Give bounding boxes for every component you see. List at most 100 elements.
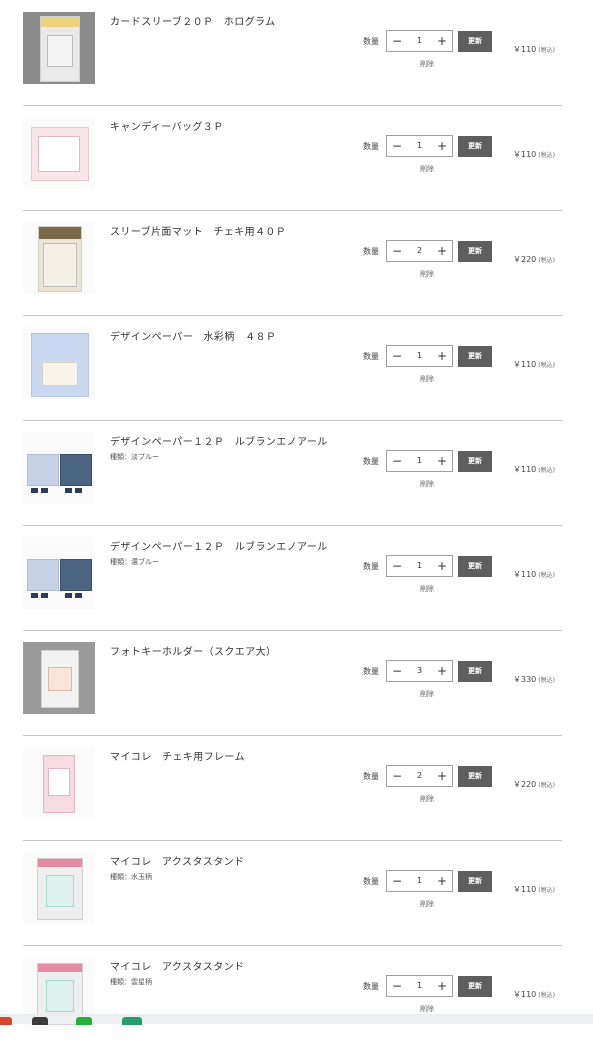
delete-link[interactable]: 削除 [420, 584, 434, 594]
increment-button[interactable]: + [432, 661, 452, 681]
decrement-button[interactable]: − [387, 871, 407, 891]
delete-link[interactable]: 削除 [420, 374, 434, 384]
quantity-label: 数量 [363, 772, 379, 781]
delete-link[interactable]: 削除 [420, 689, 434, 699]
delete-link[interactable]: 削除 [420, 269, 434, 279]
quantity-input[interactable]: 1 [407, 871, 432, 891]
update-button[interactable]: 更新 [458, 661, 492, 682]
quantity-input[interactable]: 1 [407, 346, 432, 366]
quantity-stepper: − 2 + [386, 765, 453, 787]
product-image[interactable] [23, 747, 95, 819]
decrement-button[interactable]: − [387, 451, 407, 471]
quantity-label: 数量 [363, 562, 379, 571]
delete-link[interactable]: 削除 [420, 899, 434, 909]
quantity-input[interactable]: 1 [407, 556, 432, 576]
cart-item: マイコレ アクスタスタンド 種類：雲星柄 数量 − 1 + 更新 削除 ￥110… [23, 945, 562, 1050]
product-name[interactable]: デザインペーパー１２Ｐ ルブランエノアール [110, 538, 328, 553]
price: ￥110 (税込) [513, 44, 555, 55]
quantity-input[interactable]: 1 [407, 976, 432, 996]
update-button[interactable]: 更新 [458, 766, 492, 787]
update-button[interactable]: 更新 [458, 136, 492, 157]
update-button[interactable]: 更新 [458, 976, 492, 997]
product-image[interactable] [23, 537, 95, 609]
decrement-button[interactable]: − [387, 766, 407, 786]
quantity-input[interactable]: 1 [407, 451, 432, 471]
price-amount: ￥110 [513, 570, 537, 579]
product-image[interactable] [23, 852, 95, 924]
quantity-stepper: − 1 + [386, 345, 453, 367]
product-image[interactable] [23, 12, 95, 84]
tax-note: (税込) [538, 992, 555, 999]
taskbar [0, 1014, 593, 1025]
quantity-input[interactable]: 1 [407, 136, 432, 156]
product-name[interactable]: キャンディーバッグ３Ｐ [110, 118, 224, 133]
price: ￥110 (税込) [513, 149, 555, 160]
product-image[interactable] [23, 222, 95, 294]
decrement-button[interactable]: − [387, 31, 407, 51]
quantity-stepper: − 1 + [386, 975, 453, 997]
price-amount: ￥110 [513, 150, 537, 159]
decrement-button[interactable]: − [387, 346, 407, 366]
price: ￥110 (税込) [513, 359, 555, 370]
update-button[interactable]: 更新 [458, 31, 492, 52]
product-variant: 種類：濃ブルー [110, 558, 159, 566]
product-variant: 種類：水玉柄 [110, 873, 152, 881]
update-button[interactable]: 更新 [458, 871, 492, 892]
update-button[interactable]: 更新 [458, 346, 492, 367]
price-amount: ￥220 [513, 255, 537, 264]
quantity-input[interactable]: 2 [407, 766, 432, 786]
product-name[interactable]: デザインペーパー１２Ｐ ルブランエノアール [110, 433, 328, 448]
increment-button[interactable]: + [432, 766, 452, 786]
cart-item: デザインペーパー１２Ｐ ルブランエノアール 種類：淡ブルー 数量 − 1 + 更… [23, 420, 562, 526]
product-variant: 種類：淡ブルー [110, 453, 159, 461]
product-image[interactable] [23, 117, 95, 189]
delete-link[interactable]: 削除 [420, 479, 434, 489]
update-button[interactable]: 更新 [458, 451, 492, 472]
product-image[interactable] [23, 432, 95, 504]
increment-button[interactable]: + [432, 976, 452, 996]
increment-button[interactable]: + [432, 346, 452, 366]
price-amount: ￥110 [513, 45, 537, 54]
decrement-button[interactable]: − [387, 556, 407, 576]
increment-button[interactable]: + [432, 241, 452, 261]
product-image[interactable] [23, 642, 95, 714]
product-name[interactable]: フォトキーホルダー（スクエア大） [110, 643, 276, 658]
price-amount: ￥220 [513, 780, 537, 789]
increment-button[interactable]: + [432, 556, 452, 576]
quantity-label: 数量 [363, 982, 379, 991]
quantity-label: 数量 [363, 37, 379, 46]
product-image[interactable] [23, 327, 95, 399]
product-name[interactable]: デザインペーパー 水彩柄 ４８Ｐ [110, 328, 276, 343]
quantity-input[interactable]: 1 [407, 31, 432, 51]
increment-button[interactable]: + [432, 451, 452, 471]
update-button[interactable]: 更新 [458, 556, 492, 577]
decrement-button[interactable]: − [387, 976, 407, 996]
tax-note: (税込) [538, 152, 555, 159]
increment-button[interactable]: + [432, 31, 452, 51]
quantity-label: 数量 [363, 142, 379, 151]
delete-link[interactable]: 削除 [420, 1004, 434, 1014]
increment-button[interactable]: + [432, 136, 452, 156]
decrement-button[interactable]: − [387, 661, 407, 681]
delete-link[interactable]: 削除 [420, 59, 434, 69]
quantity-stepper: − 1 + [386, 450, 453, 472]
delete-link[interactable]: 削除 [420, 794, 434, 804]
product-name[interactable]: マイコレ チェキ用フレーム [110, 748, 245, 763]
product-variant: 種類：雲星柄 [110, 978, 152, 986]
quantity-label: 数量 [363, 877, 379, 886]
product-name[interactable]: マイコレ アクスタスタンド [110, 958, 244, 973]
update-button[interactable]: 更新 [458, 241, 492, 262]
quantity-input[interactable]: 2 [407, 241, 432, 261]
delete-link[interactable]: 削除 [420, 164, 434, 174]
increment-button[interactable]: + [432, 871, 452, 891]
product-name[interactable]: スリーブ片面マット チェキ用４０Ｐ [110, 223, 286, 238]
cart-item: カードスリーブ２０Ｐ ホログラム 数量 − 1 + 更新 削除 ￥110 (税込) [23, 0, 562, 106]
quantity-label: 数量 [363, 457, 379, 466]
quantity-input[interactable]: 3 [407, 661, 432, 681]
product-name[interactable]: カードスリーブ２０Ｐ ホログラム [110, 13, 276, 28]
cart-item: スリーブ片面マット チェキ用４０Ｐ 数量 − 2 + 更新 削除 ￥220 (税込… [23, 210, 562, 316]
tax-note: (税込) [538, 257, 555, 264]
decrement-button[interactable]: − [387, 241, 407, 261]
decrement-button[interactable]: − [387, 136, 407, 156]
product-name[interactable]: マイコレ アクスタスタンド [110, 853, 244, 868]
